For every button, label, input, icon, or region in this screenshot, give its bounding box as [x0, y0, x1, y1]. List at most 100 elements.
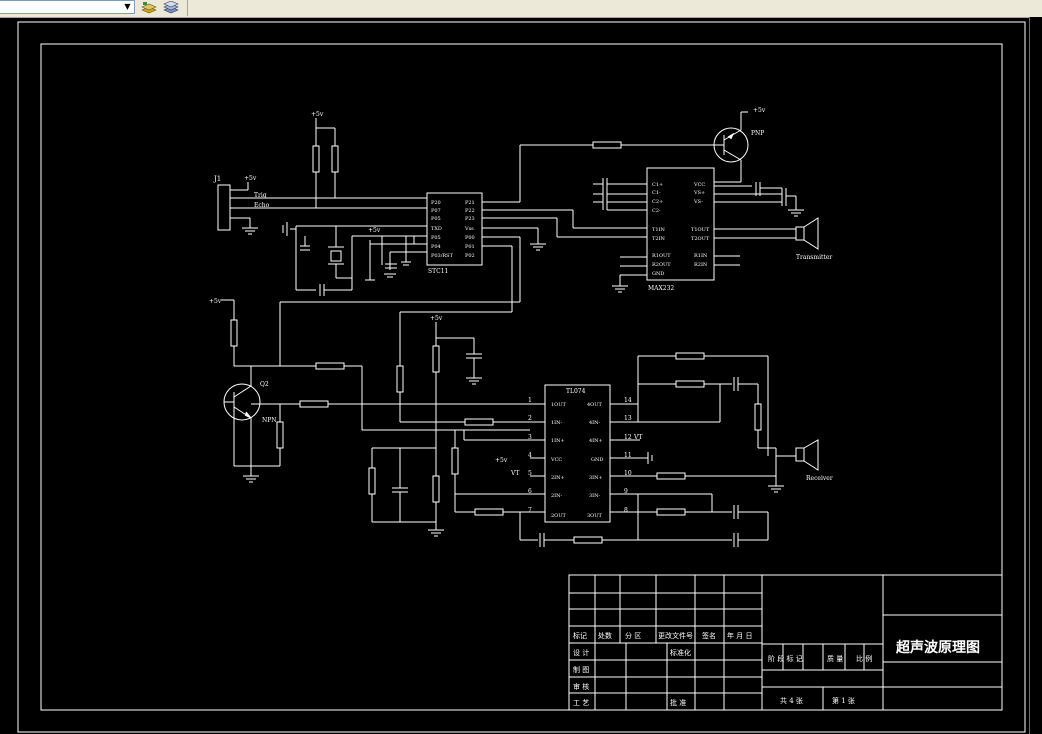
stc11-pin-r5: P00 — [465, 235, 475, 241]
crystal-oscillator — [282, 222, 427, 296]
tl074-pin-l6: 2IN- — [551, 493, 563, 499]
max232-pin-r8: R2IN — [694, 262, 708, 268]
max232-pin-r7: R1IN — [694, 253, 708, 259]
j1-vcc-label: +5v — [244, 175, 257, 182]
tb-row-process: 工 艺 — [573, 699, 589, 707]
j1-label: J1 — [213, 175, 221, 183]
stc11-right-pins: P21 P22 P23 Vss P00 P01 P02 — [464, 200, 475, 259]
tb-stage-scale: 比 例 — [856, 654, 872, 663]
tl074-num-r2: 13 — [624, 415, 632, 422]
max232-label: MAX232 — [648, 285, 674, 292]
stc11-pin-r4: Vss — [464, 226, 474, 232]
tl074-pin-l5: 2IN+ — [551, 475, 565, 481]
tl074-right-pins: 4OUT 4IN- 4IN+ GND 3IN+ 3IN- 3OUT — [587, 402, 603, 519]
stc11-pin-r1: P21 — [465, 200, 475, 206]
max232-pin-l4: C2- — [652, 208, 661, 214]
q2-npn-transistor — [223, 300, 530, 483]
tb-stage-weight: 质 量 — [827, 654, 843, 663]
stc11-pin-r3: P23 — [465, 216, 475, 222]
pullup-resistors — [312, 118, 339, 208]
tl074-num-r7: 8 — [624, 507, 628, 514]
receiver-speaker-icon — [776, 439, 819, 471]
title-block-header: 标记 处数 分 区 更改文件号 签名 年 月 日 — [573, 631, 752, 640]
j1-pin-echo: Echo — [254, 202, 270, 209]
tl074-pin-r4: GND — [591, 457, 603, 463]
tb-header-mark: 标记 — [573, 631, 587, 640]
stc11-pin-l3: P05 — [431, 216, 441, 222]
max232-pin-l3: C2+ — [652, 199, 663, 205]
stc11-label: STC11 — [428, 268, 448, 275]
max232-pin-l7: R1OUT — [652, 253, 671, 259]
tl074-left-numbers: 1 2 3 4 5 6 7 — [528, 397, 532, 514]
tb-header-date: 年 月 日 — [727, 631, 752, 640]
tl074-num-l1: 1 — [528, 397, 532, 404]
transmitter-speaker-icon — [795, 217, 819, 250]
max232-pin-r6: T2OUT — [691, 236, 710, 242]
tl074-right-numbers: 14 13 12 11 10 9 8 — [624, 397, 632, 514]
tb-header-zone: 分 区 — [625, 631, 641, 640]
reset-vcc-label: +5v — [368, 227, 381, 234]
tb-row-review: 审 核 — [573, 682, 589, 691]
tl074-num-r1: 14 — [624, 397, 632, 404]
tl074-vcc-label: +5v — [495, 457, 508, 464]
tl074-pin-r7: 3OUT — [587, 513, 602, 519]
tb-sheet-total: 共 4 张 — [780, 696, 803, 705]
stc11-pin-l7: P03/RST — [431, 253, 454, 259]
tl074-bias-vcc-label: +5v — [430, 315, 443, 322]
tb-header-count: 处数 — [598, 631, 612, 640]
drawing-title: 超声波原理图 — [895, 639, 980, 656]
tl074-left-pins: 1OUT 1IN- 1IN+ VCC 2IN+ 2IN- 2OUT — [550, 402, 566, 519]
stc11-pin-l6: P04 — [431, 244, 441, 250]
tl074-pin-l2: 1IN- — [551, 420, 563, 426]
receiver-label: Receiver — [806, 475, 833, 482]
title-block-stage: 阶 段 标 记 质 量 比 例 共 4 张 第 1 张 — [768, 654, 872, 705]
stc11-pin-r6: P01 — [465, 244, 475, 250]
max232-left-pins: C1+ C1- C2+ C2- T1IN T2IN R1OUT R2OUT GN… — [652, 182, 671, 277]
tl074-label: TL074 — [566, 388, 586, 395]
tl074-num-l2: 2 — [528, 415, 532, 422]
transmitter-label: Transmitter — [796, 254, 832, 261]
max232-pin-l6: T2IN — [652, 236, 665, 242]
tb-standardize: 标准化 — [670, 648, 691, 657]
j1-pin-trig: Trig — [254, 192, 267, 199]
tb-stage-mark: 阶 段 标 记 — [768, 654, 803, 663]
stc11-pin-l5: P05 — [431, 235, 441, 241]
tl074-pin-l1: 1OUT — [551, 402, 566, 408]
tl074-pin-l3: 1IN+ — [551, 438, 565, 444]
max232-pin-l2: C1- — [652, 190, 661, 196]
max232-right-pins: VCC VS+ VS- T1OUT T2OUT R1IN R2IN — [691, 182, 710, 268]
tb-header-sign: 签名 — [702, 631, 716, 640]
stc11-pin-r2: P22 — [465, 208, 475, 214]
tl074-pin-r1: 4OUT — [587, 402, 602, 408]
stc11-pin-r7: P02 — [465, 253, 475, 259]
stc11-pin-l2: P07 — [431, 208, 441, 214]
max232-pin-r2: VS+ — [693, 190, 705, 196]
stc11-left-pins: P20 P07 P05 TXD P05 P04 P03/RST — [431, 200, 454, 259]
tl074-num-l7: 7 — [528, 507, 532, 514]
tb-header-change-doc: 更改文件号 — [658, 631, 693, 640]
schematic-drawing: J1 +5v Trig Echo +5v +5v STC11 P20 P07 P… — [17, 21, 1026, 733]
inner-border — [40, 43, 1003, 711]
tl074-pin-r2: 4IN- — [589, 420, 601, 426]
max232-pin-r3: VS- — [693, 199, 703, 205]
outer-border — [17, 21, 1026, 733]
q2-label: Q2 — [260, 381, 269, 388]
stc11-pin-l4: TXD — [431, 226, 442, 232]
stc11-pin-l1: P20 — [431, 200, 441, 206]
tb-row-design: 设 计 — [573, 648, 589, 657]
tl074-pin-l4: VCC — [550, 457, 562, 463]
reset-circuit — [365, 235, 427, 281]
tl074-pin-r3: 4IN+ — [589, 438, 603, 444]
tl074-pin-r6: 3IN- — [589, 493, 601, 499]
tl074-pin-r5: 3IN+ — [589, 475, 603, 481]
net-label-vt-left: VT — [510, 470, 519, 477]
tb-row-draw: 制 图 — [573, 665, 589, 674]
max232-pin-l1: C1+ — [652, 182, 663, 188]
pnp-label: PNP — [751, 130, 764, 137]
tb-sheet-no: 第 1 张 — [832, 696, 855, 705]
tl074-pin-l7: 2OUT — [551, 513, 566, 519]
tb-approve: 批 准 — [670, 698, 686, 707]
pnp-transistor — [713, 111, 749, 183]
max232-pin-l9: GND — [652, 271, 664, 277]
pullup-vcc-label: +5v — [311, 111, 324, 118]
